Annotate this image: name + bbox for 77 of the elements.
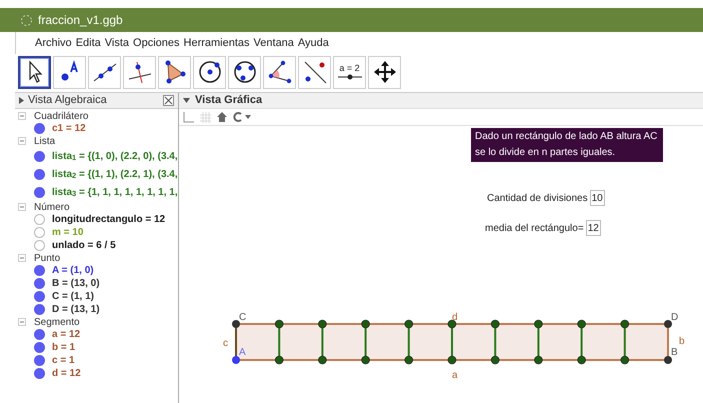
algebra-entry[interactable]: longitudrectangulo = 12 <box>52 212 166 227</box>
segment-label: c <box>223 338 228 349</box>
collapse-icon[interactable] <box>18 203 26 211</box>
menu-item[interactable]: Ventana <box>254 34 294 52</box>
home-icon[interactable] <box>217 112 227 122</box>
algebra-entry[interactable]: c1 = 12 <box>52 121 86 136</box>
algebra-entry[interactable]: B = (13, 0) <box>52 276 100 291</box>
menu-item[interactable]: Archivo <box>35 34 72 52</box>
collapse-icon[interactable] <box>18 137 26 145</box>
point-label: A <box>239 347 246 358</box>
point-label: C <box>239 312 246 323</box>
division-segment <box>404 320 414 364</box>
menu-item[interactable]: Herramientas <box>184 34 250 52</box>
division-segment <box>274 320 284 364</box>
algebra-entry[interactable]: D = (13, 1) <box>52 302 100 317</box>
slider-tool-label: a = 2 <box>339 63 360 73</box>
input-label: media del rectángulo= <box>485 222 584 236</box>
collapse-icon[interactable] <box>18 254 26 262</box>
menu-item[interactable]: Ayuda <box>298 34 329 52</box>
division-segment <box>361 320 370 364</box>
division-segment <box>577 320 586 364</box>
division-segment <box>534 320 543 364</box>
angle-icon <box>266 59 292 85</box>
menu-item[interactable]: Opciones <box>133 34 180 52</box>
point-label: D <box>671 312 678 323</box>
algebra-entry[interactable]: b = 1 <box>52 340 76 355</box>
menu-item[interactable]: Edita <box>76 34 101 52</box>
category-label: Cuadrilátero <box>34 110 88 124</box>
segment-label: d <box>452 312 458 323</box>
collapse-icon[interactable] <box>18 318 26 326</box>
close-icon[interactable] <box>163 95 174 106</box>
window-title: fraccion_v1.ggb <box>38 12 123 29</box>
perpendicular-line-icon <box>126 59 152 85</box>
circle-icon <box>232 59 258 85</box>
algebra-entry[interactable]: A = (1, 0) <box>52 263 94 278</box>
collapse-arrow-icon <box>19 97 24 104</box>
input-field[interactable]: 12 <box>586 220 601 236</box>
segment-label: a <box>452 370 458 381</box>
tool-button[interactable]: a = 2 <box>333 56 366 88</box>
note-text: Dado un rectángulo de lado AB altura AC se lo divide en n partes iguales. <box>471 128 663 162</box>
algebra-entry[interactable]: a = 12 <box>52 327 80 342</box>
algebra-entry[interactable]: lista$_{3}$ = {1, 1, 1, 1, 1, 1, 1, 1, <box>52 184 178 200</box>
algebra-entry[interactable]: unlado = 6 / 5 <box>52 238 116 253</box>
axes-icon[interactable] <box>183 112 194 122</box>
collapse-icon[interactable] <box>18 112 26 120</box>
algebra-entry[interactable]: C = (1, 1) <box>52 289 94 304</box>
point[interactable] <box>664 356 672 364</box>
category-label: Lista <box>34 134 56 148</box>
move-arrows-icon <box>372 59 398 85</box>
style-dropdown-icon[interactable] <box>233 112 253 122</box>
tool-button[interactable] <box>18 56 51 88</box>
collapse-arrow-icon <box>183 98 190 103</box>
algebra-entry[interactable]: d = 12 <box>52 366 81 381</box>
point[interactable] <box>232 320 240 328</box>
panel-title: Vista Gráfica <box>195 93 262 108</box>
input-field[interactable]: 10 <box>590 190 605 206</box>
algebra-entry[interactable]: c = 1 <box>52 353 75 368</box>
menu-item[interactable]: Vista <box>104 34 130 52</box>
division-segment <box>620 320 630 364</box>
division-segment <box>490 320 500 364</box>
point-label: B <box>671 347 678 358</box>
algebra-entry[interactable]: lista$_{1}$ = {(1, 0), (2.2, 0), (3.4, <box>52 148 178 164</box>
point[interactable] <box>664 320 672 328</box>
input-label: Cantidad de divisiones <box>487 192 588 206</box>
reflect-point-icon <box>302 59 328 85</box>
slider-icon <box>336 73 362 81</box>
category-label: Número <box>34 200 70 214</box>
circle-icon <box>196 59 222 85</box>
segment-label: b <box>679 336 685 347</box>
panel-title: Vista Algebraica <box>28 93 107 108</box>
category-label: Segmento <box>34 316 80 330</box>
division-segment <box>318 320 327 364</box>
category-label: Punto <box>34 252 60 266</box>
point[interactable] <box>232 356 240 364</box>
algebra-entry[interactable]: lista$_{2}$ = {(1, 1), (2.2, 1), (3.4, <box>52 166 178 182</box>
app-icon <box>20 14 33 26</box>
division-segment <box>448 320 456 364</box>
